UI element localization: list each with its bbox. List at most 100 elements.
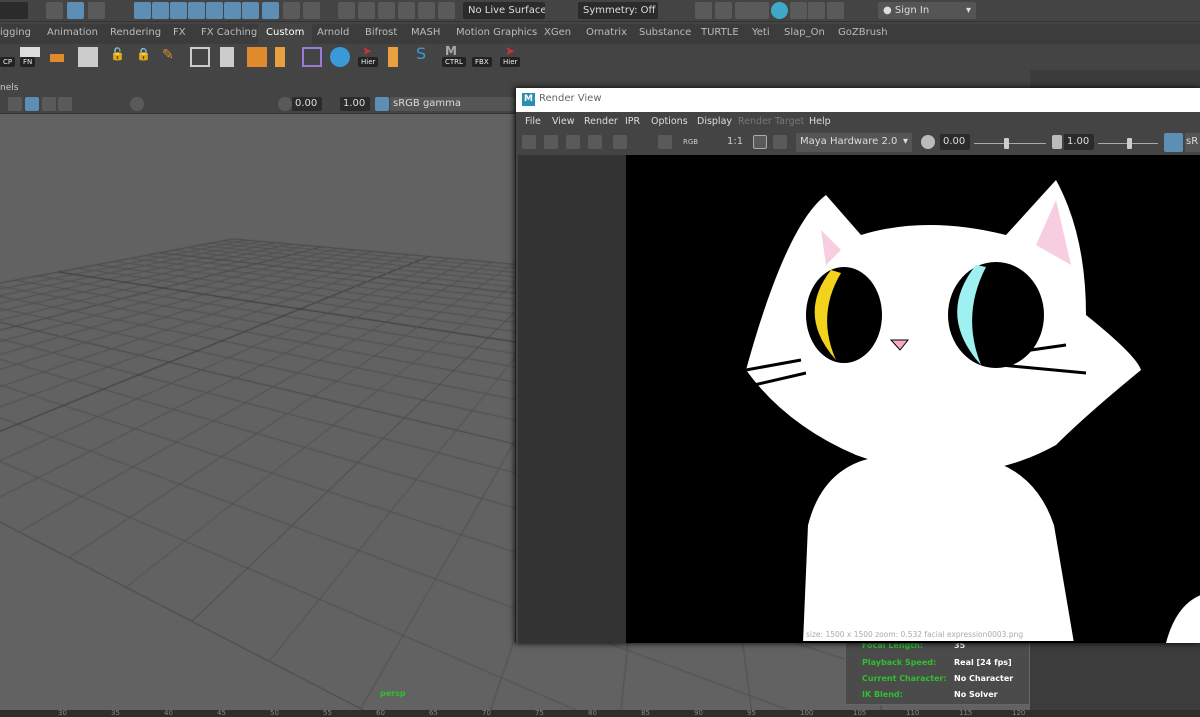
color-management-icon[interactable]: [1164, 133, 1183, 152]
hier-button[interactable]: Hier: [358, 57, 379, 67]
pencil-icon[interactable]: ✎: [162, 47, 182, 67]
select-hierarchy-icon[interactable]: [46, 2, 63, 19]
fbx-button[interactable]: FBX: [472, 57, 492, 67]
smooth-shade-icon[interactable]: [25, 97, 39, 111]
gamma-field[interactable]: 1.00: [340, 97, 370, 111]
gamma-slider-handle[interactable]: [1127, 138, 1132, 149]
exposure-icon[interactable]: [278, 97, 292, 111]
rgb-channel-icon[interactable]: RGB: [683, 138, 698, 146]
render-region-icon[interactable]: [544, 135, 558, 149]
tab-rendering[interactable]: Rendering: [110, 27, 161, 38]
snap-view-plane-icon[interactable]: [188, 2, 205, 19]
cube-icon[interactable]: [78, 47, 98, 67]
snap-joint-icon[interactable]: [224, 2, 241, 19]
render-frame-icon[interactable]: [695, 2, 712, 19]
tab-animation[interactable]: Animation: [47, 27, 98, 38]
tab-yeti[interactable]: Yeti: [752, 27, 770, 38]
tab-fx-caching[interactable]: FX Caching: [201, 27, 257, 38]
tab-custom[interactable]: Custom: [258, 24, 313, 44]
help-icon[interactable]: [262, 2, 279, 19]
brush-icon[interactable]: [330, 47, 350, 67]
menu-view[interactable]: View: [552, 116, 575, 127]
ratio-button[interactable]: 1:1: [727, 136, 743, 147]
tab-fx[interactable]: FX: [173, 27, 186, 38]
snap-surface-icon[interactable]: [206, 2, 223, 19]
menu-ipr[interactable]: IPR: [625, 116, 640, 127]
snap-together-icon[interactable]: [808, 2, 825, 19]
render-view-titlebar[interactable]: M Render View: [516, 88, 1200, 112]
lattice-icon[interactable]: [302, 47, 322, 67]
cursor-icon[interactable]: ➤: [505, 44, 525, 57]
tab-xgen[interactable]: XGen: [544, 27, 571, 38]
render-settings-icon[interactable]: [658, 135, 672, 149]
select-tool-icon[interactable]: [303, 2, 320, 19]
tab-arnold[interactable]: Arnold: [317, 27, 349, 38]
mode-field[interactable]: [0, 2, 28, 19]
shelf-cp-button[interactable]: CP: [0, 57, 16, 67]
render-settings-icon[interactable]: [752, 2, 769, 19]
box-icon[interactable]: [247, 47, 267, 67]
colorspace-select[interactable]: sR: [1185, 133, 1200, 152]
renderer-select[interactable]: Maya Hardware 2.0 ▾: [796, 133, 912, 152]
unlock-icon[interactable]: 🔓: [110, 47, 130, 67]
select-object-icon[interactable]: [67, 2, 84, 19]
magnet-off-icon[interactable]: [438, 2, 455, 19]
magnet-icon[interactable]: [338, 2, 355, 19]
pause-icon[interactable]: [827, 2, 844, 19]
magnet-point-icon[interactable]: [378, 2, 395, 19]
wireframe-icon[interactable]: [8, 97, 22, 111]
tab-rigging[interactable]: igging: [0, 27, 31, 38]
magnet-multi-icon[interactable]: [398, 2, 415, 19]
colorspace-select[interactable]: sRGB gamma: [390, 97, 515, 111]
tab-substance[interactable]: Substance: [639, 27, 691, 38]
gamma-icon[interactable]: [1052, 135, 1062, 149]
render-settings-icon[interactable]: [242, 2, 259, 19]
tab-ornatrix[interactable]: Ornatrix: [586, 27, 627, 38]
s-icon[interactable]: S: [416, 44, 436, 64]
exposure-slider-handle[interactable]: [1004, 138, 1009, 149]
sign-in-button[interactable]: ● Sign In ▾: [878, 2, 976, 19]
extrude-icon[interactable]: [275, 47, 285, 67]
tab-bifrost[interactable]: Bifrost: [365, 27, 397, 38]
lights-icon[interactable]: [58, 97, 72, 111]
lock-icon[interactable]: 🔒: [136, 47, 156, 67]
hypershade-icon[interactable]: [771, 2, 788, 19]
menu-help[interactable]: Help: [809, 116, 831, 127]
tab-turtle[interactable]: TURTLE: [701, 27, 739, 38]
exposure-field[interactable]: 0.00: [292, 97, 322, 111]
exposure-slider[interactable]: [974, 143, 1046, 144]
magnet-curve-icon[interactable]: [358, 2, 375, 19]
shadows-icon[interactable]: [130, 97, 144, 111]
eye-icon[interactable]: [20, 47, 40, 57]
select-component-icon[interactable]: [88, 2, 105, 19]
magnet-surface-icon[interactable]: [418, 2, 435, 19]
rendered-image[interactable]: size: 1500 x 1500 zoom: 0.532 facial exp…: [626, 155, 1200, 643]
render-sequence-icon[interactable]: [715, 2, 732, 19]
live-surface-field[interactable]: No Live Surface: [463, 2, 545, 19]
time-slider[interactable]: 30 35 40 45 50 55 60 65 70 75 80 85 90 95 100 105 110 115…: [0, 710, 1200, 717]
render-view-icon[interactable]: [790, 2, 807, 19]
remove-image-icon[interactable]: [773, 135, 787, 149]
gamma-field[interactable]: 1.00: [1064, 134, 1094, 150]
menu-options[interactable]: Options: [651, 116, 688, 127]
menu-render[interactable]: Render: [584, 116, 618, 127]
snapshot-icon[interactable]: [566, 135, 580, 149]
pivot-icon[interactable]: [50, 54, 64, 62]
exposure-icon[interactable]: [921, 135, 935, 149]
maya-icon[interactable]: M: [445, 44, 465, 57]
snap-grid-icon[interactable]: [134, 2, 151, 19]
ipr-icon[interactable]: [735, 2, 752, 19]
layout-icon[interactable]: [220, 47, 234, 67]
keep-image-icon[interactable]: [753, 135, 767, 149]
tab-gozbrush[interactable]: GoZBrush: [838, 27, 888, 38]
cursor-icon[interactable]: ➤: [362, 44, 382, 57]
lock-icon[interactable]: [283, 2, 300, 19]
render-frame-icon[interactable]: [522, 135, 536, 149]
tab-motion-graphics[interactable]: Motion Graphics: [456, 27, 537, 38]
panels-menu[interactable]: nels: [0, 83, 18, 93]
menu-display[interactable]: Display: [697, 116, 732, 127]
snap-curve-icon[interactable]: [152, 2, 169, 19]
tab-mash[interactable]: MASH: [411, 27, 440, 38]
hier-button-2[interactable]: Hier: [500, 57, 521, 67]
symmetry-field[interactable]: Symmetry: Off: [578, 2, 658, 19]
